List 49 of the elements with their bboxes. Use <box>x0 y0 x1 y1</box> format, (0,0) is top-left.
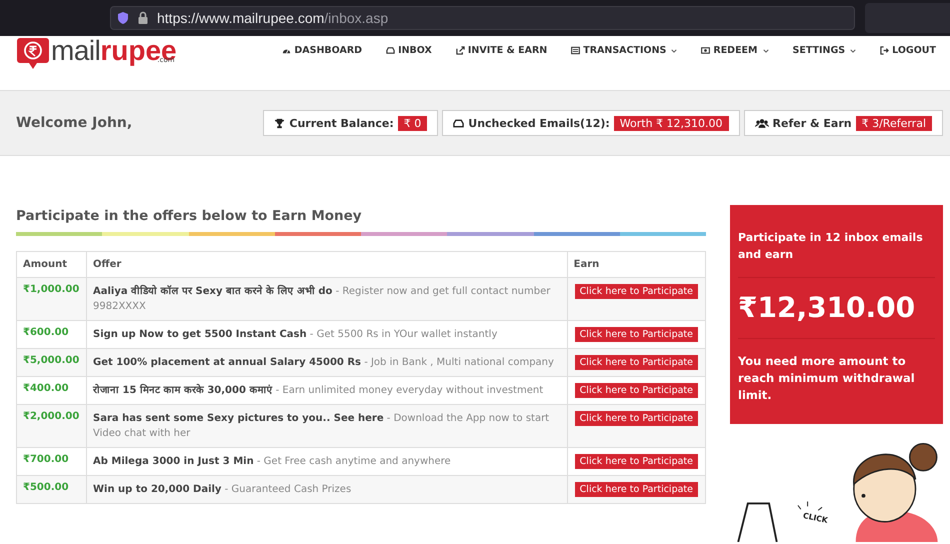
participate-button[interactable]: Click here to Participate <box>574 383 698 398</box>
offer-cell: Sara has sent some Sexy pictures to you.. See here - Download the App now to start Video chat with her <box>86 404 568 448</box>
participate-button[interactable]: Click here to Participate <box>574 454 698 469</box>
column-header: Earn <box>567 252 706 278</box>
address-bar[interactable]: https://www.mailrupee.com/inbox.asp <box>110 6 855 30</box>
participate-button[interactable]: Click here to Participate <box>574 355 698 370</box>
nav-link[interactable]: TRANSACTIONS <box>571 45 678 56</box>
trophy-icon <box>274 118 286 128</box>
stat-label: Current Balance: <box>289 116 394 130</box>
participate-button[interactable]: Click here to Participate <box>574 284 698 299</box>
amount-cell: ₹500.00 <box>16 476 86 504</box>
shield-icon <box>117 11 129 25</box>
lock-icon <box>137 11 149 25</box>
participate-button[interactable]: Click here to Participate <box>574 327 698 342</box>
users-icon <box>754 118 769 128</box>
nav-link[interactable]: INVITE & EARN <box>456 45 548 56</box>
nav-link[interactable]: SETTINGS <box>792 45 856 56</box>
section-heading: Participate in the offers below to Earn Money <box>16 208 363 224</box>
stat-label: Refer & Earn <box>772 116 852 130</box>
participate-button[interactable]: Click here to Participate <box>574 482 698 497</box>
stat-label: Unchecked Emails(12): <box>468 116 610 130</box>
nav-link[interactable]: INBOX <box>386 45 432 56</box>
amount-cell: ₹1,000.00 <box>16 278 86 320</box>
column-header: Offer <box>86 252 568 278</box>
inbox-icon <box>453 118 464 128</box>
stat-badge: ₹ 3/Referral <box>856 116 932 130</box>
nav-link[interactable]: REDEEM <box>701 45 768 56</box>
url-text: https://www.mailrupee.com/inbox.asp <box>157 10 388 26</box>
participate-button[interactable]: Click here to Participate <box>574 411 698 426</box>
offer-cell: Get 100% placement at annual Salary 45000 Rs - Job in Bank , Multi national company <box>86 348 568 376</box>
stat-badge: ₹ 0 <box>398 116 428 130</box>
amount-cell: ₹5,000.00 <box>16 348 86 376</box>
promo-title: Participate in 12 inbox emails and earn <box>738 205 935 278</box>
amount-cell: ₹2,000.00 <box>16 404 86 448</box>
nav-link[interactable]: DASHBOARD <box>282 45 362 56</box>
share-icon <box>456 46 465 55</box>
offer-cell: Win up to 20,000 Daily - Guaranteed Cash Prizes <box>86 476 568 504</box>
welcome-text: Welcome John, <box>16 115 132 131</box>
promo-note: You need more amount to reach minimum withdrawal limit. <box>738 353 916 404</box>
rupee-logo-icon <box>16 36 50 70</box>
offer-cell: Aaliya वीडियो कॉल पर Sexy बात करने के लिए अभी do - Register now and get full contact number 9982XXXX <box>86 278 568 320</box>
logout-icon <box>880 46 890 55</box>
promo-amount: ₹12,310.00 <box>738 278 935 339</box>
money-icon <box>701 46 710 55</box>
column-header: Amount <box>16 252 86 278</box>
nav-link[interactable]: LOGOUT <box>880 45 936 56</box>
stat-badge: Worth ₹ 12,310.00 <box>614 116 729 130</box>
list-icon <box>571 46 580 55</box>
inbox-icon <box>386 46 396 55</box>
